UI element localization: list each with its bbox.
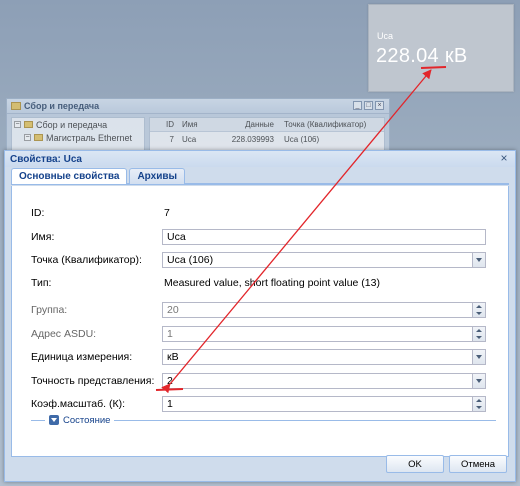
expand-toggle-icon[interactable] — [49, 415, 59, 425]
dialog-title: Свойства: Uca — [10, 153, 82, 165]
group-row: Группа: 20 — [12, 301, 508, 319]
background-window: Сбор и передача _ □ × − Сбор и передача … — [6, 98, 390, 158]
group-spinner-value: 20 — [167, 304, 179, 316]
unit-row: Единица измерения: кВ — [12, 348, 508, 366]
grid-header: ID Имя Данные Точка (Квалификатор) — [150, 118, 384, 132]
id-row: ID: 7 — [12, 204, 508, 222]
form-panel: ID: 7 Имя: Uca Точка (Квалификатор): Uca… — [11, 186, 509, 457]
asdu-spinner-value: 1 — [167, 328, 173, 340]
precision-row: Точность представления: 2 — [12, 372, 508, 390]
folder-icon — [11, 102, 21, 110]
scale-label: Коэф.масштаб. (К): — [31, 398, 126, 410]
point-label: Точка (Квалификатор): — [31, 254, 142, 266]
folder-icon — [34, 134, 43, 141]
point-row: Точка (Квалификатор): Uca (106) — [12, 251, 508, 269]
minimize-button[interactable]: _ — [353, 101, 362, 110]
table-cell: Uca — [182, 134, 197, 144]
tree-node-label: Магистраль Ethernet — [46, 132, 133, 143]
type-row: Тип: Measured value, short floating poin… — [12, 274, 508, 292]
type-value: Measured value, short floating point val… — [164, 277, 380, 289]
column-header[interactable]: ID — [150, 120, 178, 129]
name-row: Имя: Uca — [12, 228, 508, 246]
name-input[interactable]: Uca — [162, 229, 486, 245]
dialog-header: Свойства: Uca × — [5, 151, 515, 167]
spinner-arrows-icon[interactable] — [472, 327, 485, 341]
scale-row: Коэф.масштаб. (К): 1 — [12, 395, 508, 413]
column-header[interactable]: Имя — [178, 120, 218, 129]
state-fieldset: Состояние — [31, 414, 496, 426]
precision-combo[interactable]: 2 — [162, 373, 486, 389]
background-window-titlebar: Сбор и передача _ □ × — [7, 99, 389, 114]
spinner-arrows-icon[interactable] — [472, 303, 485, 317]
point-combo[interactable]: Uca (106) — [162, 252, 486, 268]
group-label: Группа: — [31, 304, 68, 316]
precision-combo-value: 2 — [167, 375, 173, 387]
chevron-down-icon[interactable] — [472, 374, 485, 388]
unit-combo[interactable]: кВ — [162, 349, 486, 365]
close-button[interactable]: × — [375, 101, 384, 110]
tab-archives[interactable]: Архивы — [129, 168, 186, 184]
tree-node-label: Сбор и передача — [36, 119, 108, 130]
table-cell: 228.039993 — [231, 134, 274, 144]
maximize-button[interactable]: □ — [364, 101, 373, 110]
collapse-icon[interactable]: − — [14, 121, 21, 128]
properties-dialog: Свойства: Uca × Основные свойства Архивы… — [4, 150, 516, 482]
tab-general-properties[interactable]: Основные свойства — [11, 168, 128, 184]
group-spinner[interactable]: 20 — [162, 302, 486, 318]
id-value: 7 — [164, 207, 170, 219]
ok-button[interactable]: OK — [386, 455, 444, 473]
cancel-button[interactable]: Отмена — [449, 455, 507, 473]
scale-spinner-value: 1 — [167, 398, 173, 410]
chevron-down-icon[interactable] — [472, 350, 485, 364]
divider — [31, 419, 45, 421]
widget-value: 228.04 кВ — [376, 45, 468, 67]
type-label: Тип: — [31, 277, 52, 289]
point-combo-value: Uca (106) — [167, 254, 214, 266]
table-cell: Uca (106) — [284, 134, 320, 144]
asdu-spinner[interactable]: 1 — [162, 326, 486, 342]
collapse-icon[interactable]: − — [24, 134, 31, 141]
table-row[interactable]: 7 Uca 228.039993 Uca (106) — [150, 132, 384, 146]
spinner-arrows-icon[interactable] — [472, 397, 485, 411]
id-label: ID: — [31, 207, 45, 219]
tab-strip: Основные свойства Архивы — [11, 168, 509, 185]
value-widget: Uca 228.04 кВ — [368, 4, 514, 92]
asdu-row: Адрес ASDU: 1 — [12, 325, 508, 343]
name-label: Имя: — [31, 231, 55, 243]
widget-name: Uca — [377, 31, 394, 41]
scale-spinner[interactable]: 1 — [162, 396, 486, 412]
name-input-value: Uca — [167, 231, 186, 243]
state-section-label[interactable]: Состояние — [63, 415, 110, 426]
close-icon[interactable]: × — [498, 152, 510, 165]
background-window-title: Сбор и передача — [24, 101, 100, 111]
table-cell: 7 — [169, 134, 174, 144]
chevron-down-icon[interactable] — [472, 253, 485, 267]
unit-label: Единица измерения: — [31, 351, 133, 363]
tree-node[interactable]: − Сбор и передача — [12, 118, 144, 131]
column-header[interactable]: Точка (Квалификатор) — [280, 120, 384, 129]
folder-icon — [24, 121, 33, 128]
precision-label: Точность представления: — [31, 375, 155, 387]
tree-node[interactable]: − Магистраль Ethernet — [12, 131, 144, 144]
column-header[interactable]: Данные — [218, 120, 280, 129]
asdu-label: Адрес ASDU: — [31, 328, 97, 340]
unit-combo-value: кВ — [167, 351, 179, 363]
divider — [114, 419, 496, 421]
